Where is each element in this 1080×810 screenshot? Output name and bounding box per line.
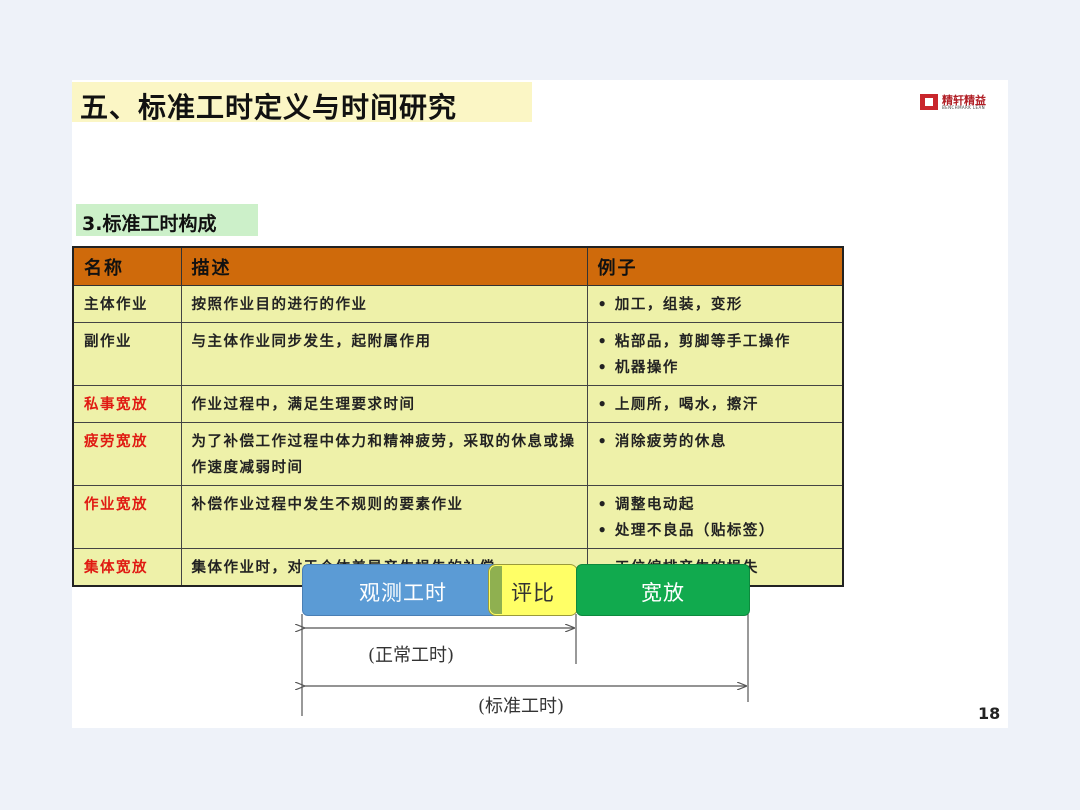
dimension-lines	[72, 614, 749, 716]
normal-time-label: (正常工时)	[368, 645, 455, 666]
standard-time-label: (标准工时)	[478, 696, 565, 717]
page-number: 18	[978, 704, 1001, 723]
slide: 五、标准工时定义与时间研究 精轩精益 BENCHMARK LEAN 3.标准工时…	[72, 80, 1008, 728]
